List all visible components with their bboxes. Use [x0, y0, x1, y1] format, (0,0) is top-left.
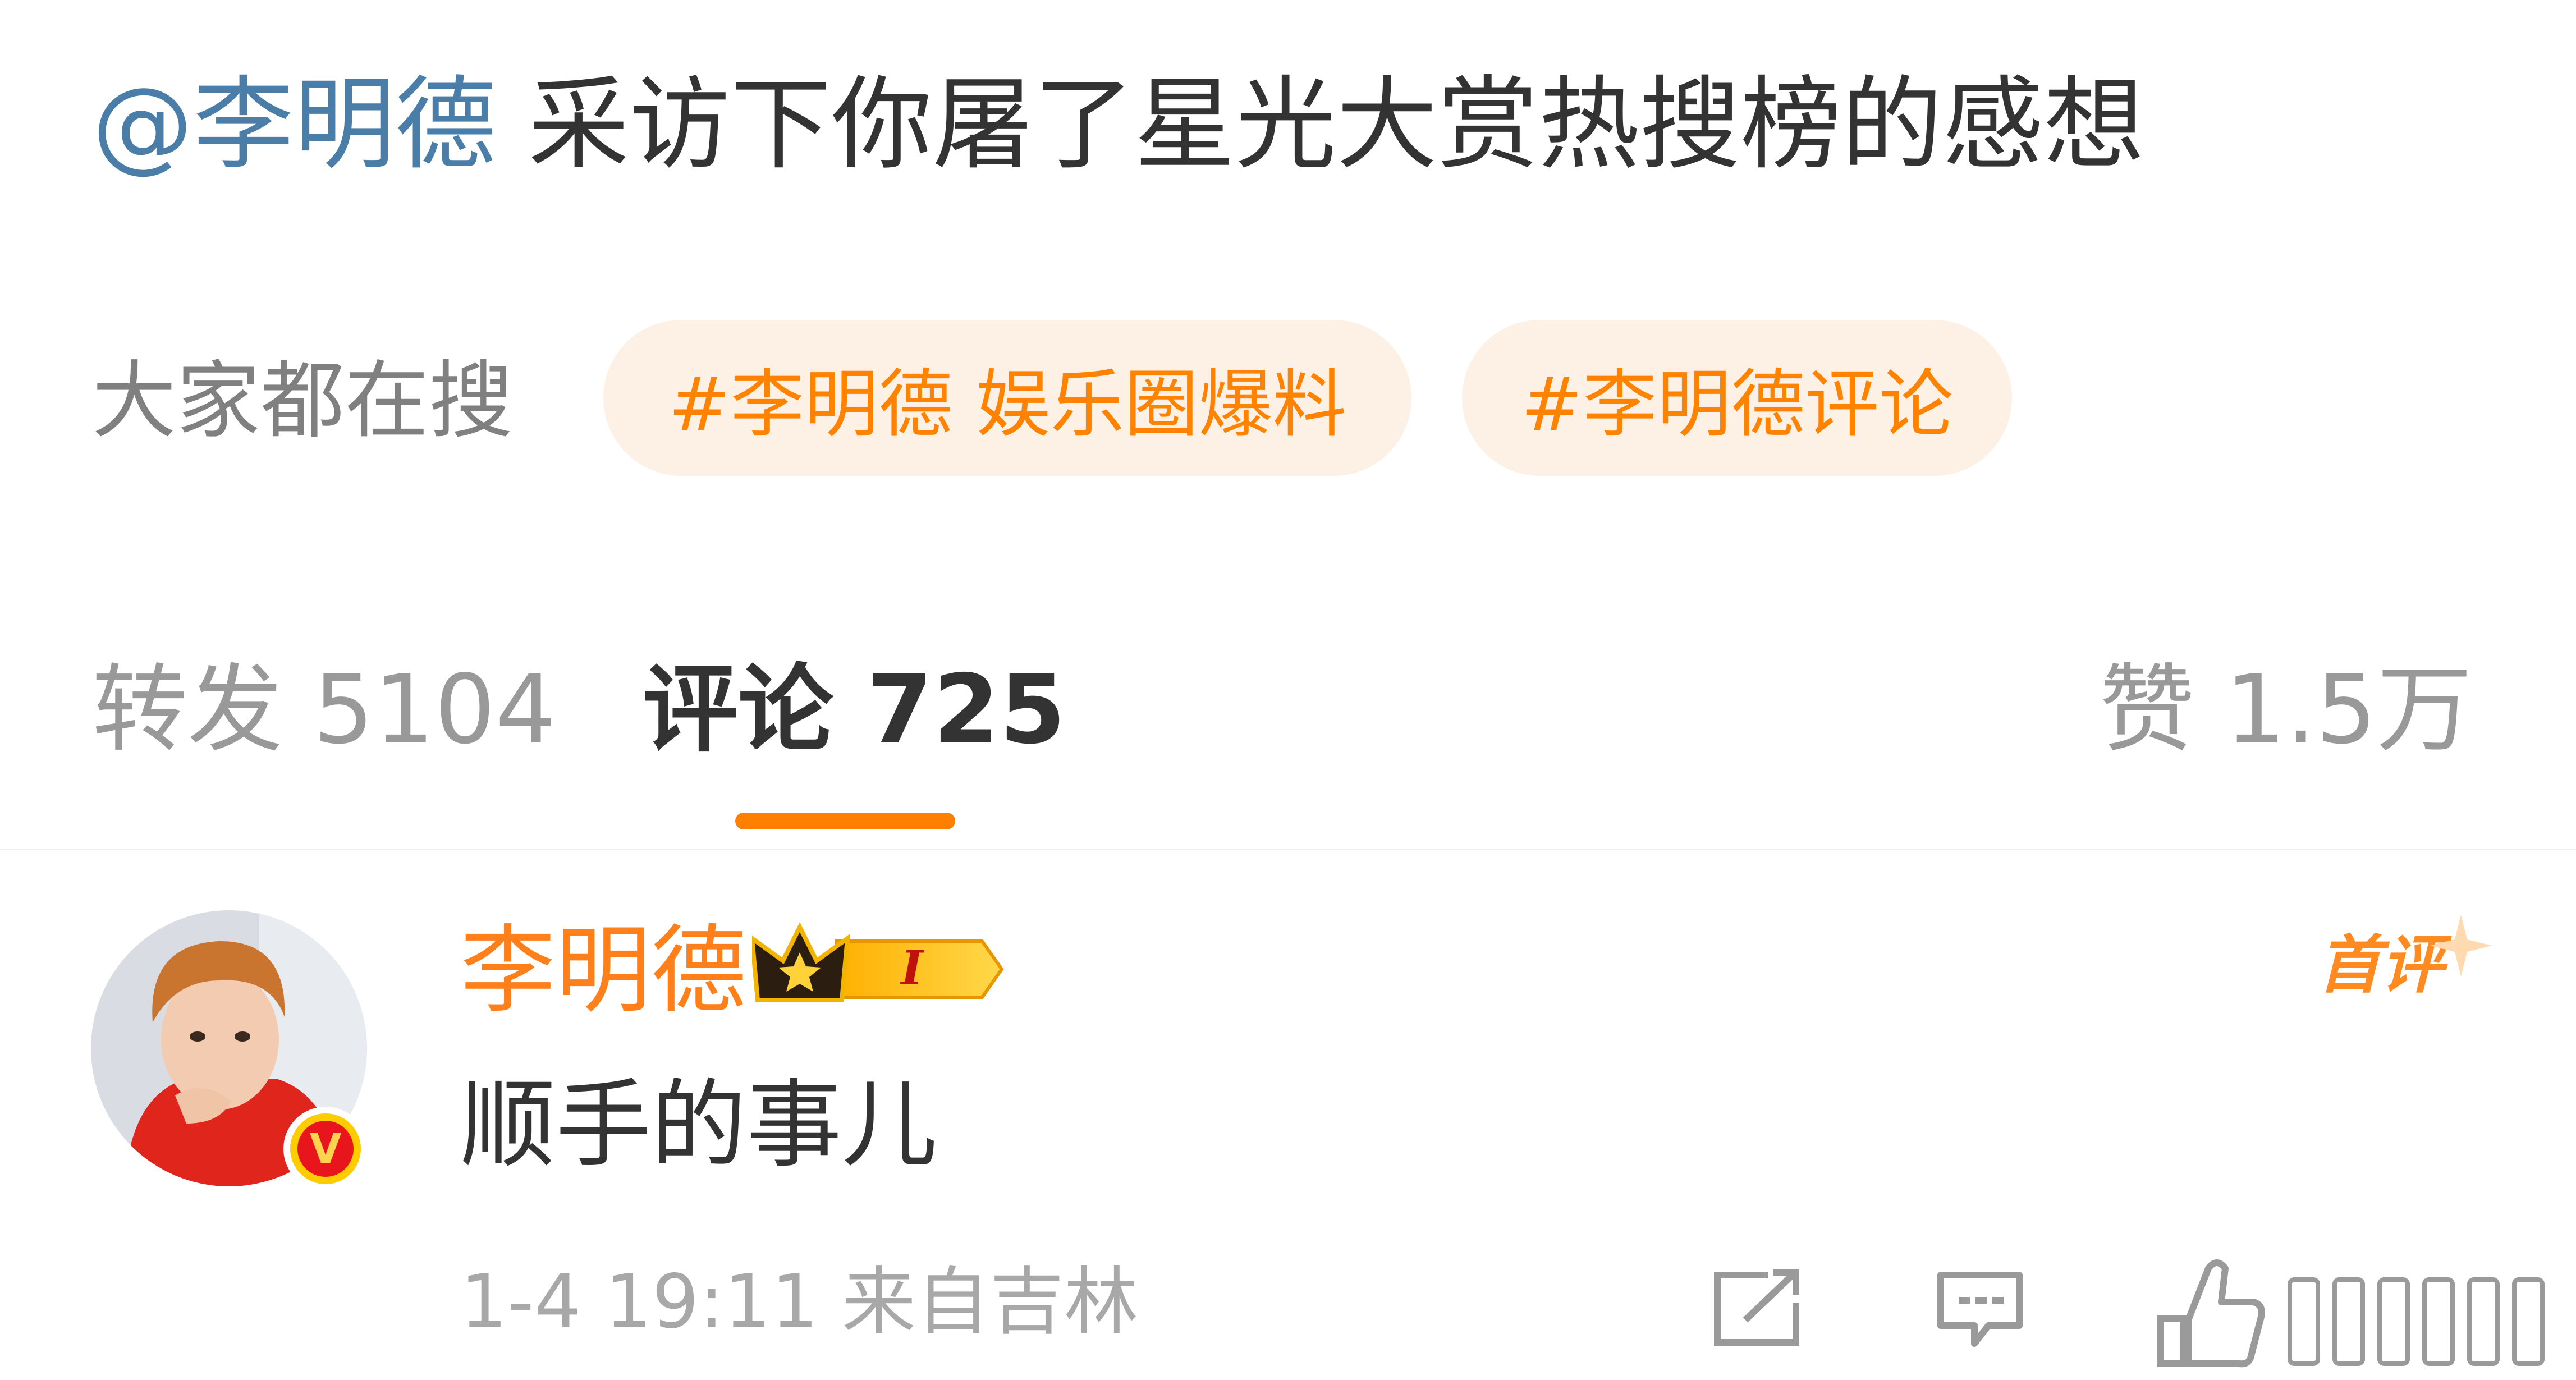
comment-meta: 1-4 19:11 来自吉林 — [460, 1259, 1138, 1345]
comment-username[interactable]: 李明德 — [460, 915, 746, 1027]
search-chip-gossip[interactable]: #李明德 娱乐圈爆料 — [603, 320, 1411, 476]
post-text: @李明德 采访下你屠了星光大赏热搜榜的感想 — [92, 61, 2144, 190]
like-icon[interactable] — [2155, 1257, 2565, 1369]
comment-body: 顺手的事儿 — [460, 1070, 938, 1181]
fan-level-text: I — [900, 940, 924, 996]
mention-link[interactable]: @李明德 — [92, 66, 496, 184]
reply-icon[interactable] — [1935, 1269, 2025, 1348]
divider — [0, 849, 2576, 850]
fan-level-crown-badge-icon[interactable]: I — [749, 921, 1010, 1017]
tab-likes[interactable]: 赞 1.5万 — [2100, 651, 2472, 769]
post-body-text: 采访下你屠了星光大赏热搜榜的感想 — [496, 66, 2145, 184]
share-icon[interactable] — [1712, 1269, 1802, 1348]
active-tab-underline — [735, 813, 955, 829]
search-chip-comments[interactable]: #李明德评论 — [1462, 320, 2012, 476]
tab-repost[interactable]: 转发 5104 — [92, 651, 556, 769]
first-comment-badge: 首评 — [2318, 929, 2444, 1002]
verified-badge-icon: V — [283, 1107, 368, 1191]
tab-comments[interactable]: 评论 725 — [643, 651, 1066, 769]
verified-mark: V — [297, 1121, 354, 1177]
sparkle-icon — [2430, 915, 2492, 976]
everyone-searching-label: 大家都在搜 — [92, 352, 514, 450]
